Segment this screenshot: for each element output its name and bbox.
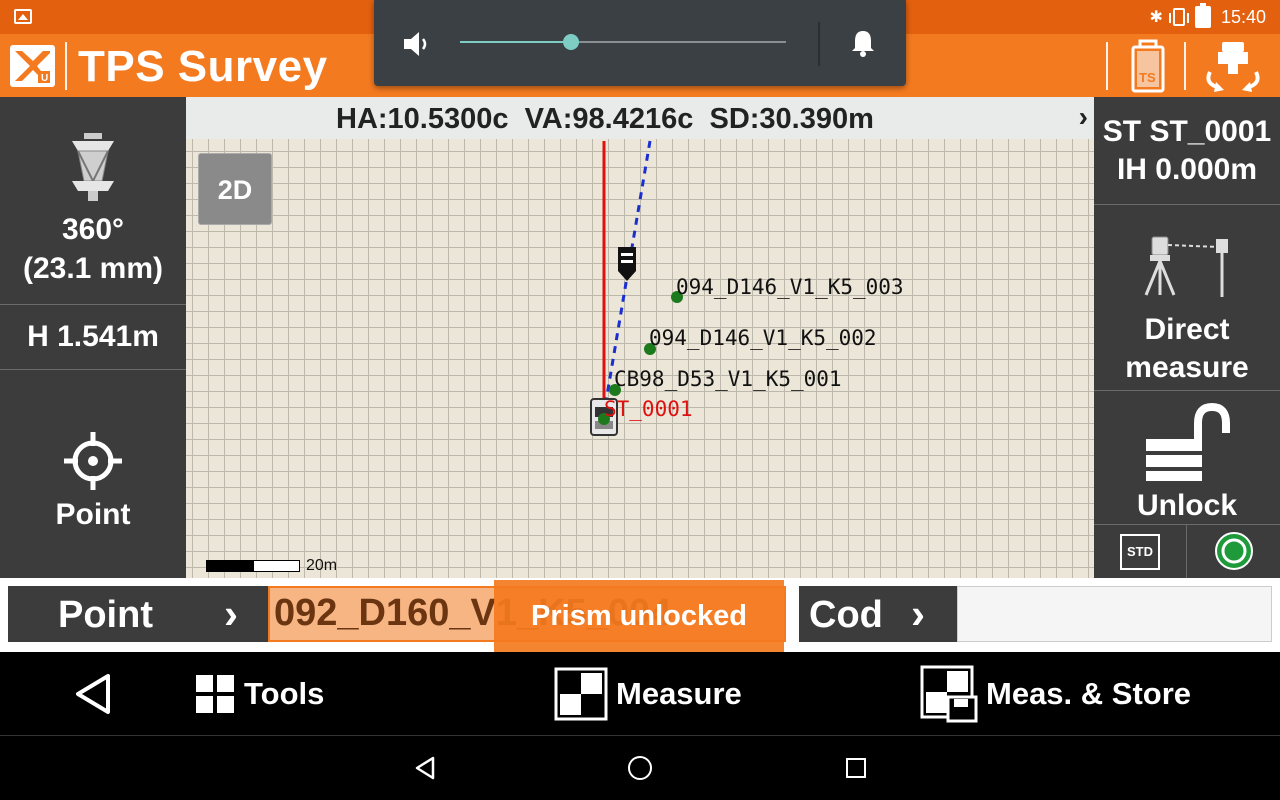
measure-store-icon [920, 665, 978, 723]
tools-label: Tools [244, 676, 325, 711]
app-title: TPS Survey [78, 42, 328, 91]
point-mode-button[interactable]: Point [0, 370, 186, 578]
station-info[interactable]: ST ST_0001 IH 0.000m [1094, 97, 1280, 205]
instrument-height: IH 0.000m [1116, 153, 1258, 186]
map-view[interactable]: HA:10.5300c VA:98.4216c SD:30.390m › 2D … [186, 97, 1094, 578]
scale-label: 20m [306, 557, 338, 574]
measure-and-store-button[interactable]: Meas. & Store [920, 665, 1192, 723]
volume-fill [460, 41, 571, 43]
std-mode-button[interactable]: STD [1120, 534, 1160, 570]
left-panel: 360° (23.1 mm) H 1.541m Point [0, 97, 186, 578]
right-panel-footer: STD [1094, 525, 1280, 578]
back-icon[interactable] [72, 672, 114, 716]
toast-message: Prism unlocked [494, 580, 784, 652]
unlock-button[interactable]: Unlock [1094, 391, 1280, 525]
direct-measure-label-2: measure [1125, 351, 1249, 384]
system-nav-bar [0, 736, 1280, 800]
readout-text: HA:10.5300c VA:98.4216c SD:30.390m [336, 103, 874, 135]
nav-back-icon[interactable] [414, 756, 436, 780]
app-logo-icon[interactable]: U [10, 45, 55, 87]
ts-battery-icon[interactable]: TS [1127, 38, 1169, 94]
battery-icon [1194, 3, 1211, 28]
action-bar: Tools Measure Meas. & Store [0, 652, 1280, 736]
divider [1184, 42, 1186, 90]
prism-type: 360° [61, 213, 125, 246]
target-height[interactable]: H 1.541m [0, 305, 186, 370]
bluetooth-icon: ✱ [1149, 9, 1163, 26]
measure-label: Measure [616, 676, 742, 711]
prism-constant: (23.1 mm) [22, 252, 164, 285]
screen: ✱ 15:40 U TPS Survey TS 360° (23.1 mm) H… [0, 0, 1280, 800]
code-button-label: Cod [809, 594, 883, 636]
point-label: 094_D146_V1_K5_002 [649, 326, 877, 350]
status-icons: ✱ 15:40 [1150, 0, 1266, 34]
speaker-icon[interactable] [402, 30, 434, 58]
point-label: CB98_D53_V1_K5_001 [614, 367, 842, 391]
direct-measure-label: Direct [1144, 313, 1230, 346]
measure-store-label: Meas. & Store [986, 676, 1192, 711]
right-panel: ST ST_0001 IH 0.000m Direct measure Unlo… [1094, 97, 1280, 578]
ts-label: TS [1139, 70, 1156, 85]
station-name: ST ST_0001 [1102, 115, 1272, 148]
image-icon [14, 9, 32, 24]
status-time: 15:40 [1220, 6, 1266, 27]
bell-icon[interactable] [848, 28, 878, 58]
unlock-label: Unlock [1136, 489, 1238, 522]
map-graphics [590, 140, 683, 436]
prism-360-icon [72, 133, 114, 201]
measurement-readout[interactable]: HA:10.5300c VA:98.4216c SD:30.390m › [186, 97, 1094, 139]
padlock-open-icon [1146, 403, 1230, 481]
chevron-right-icon: › [911, 590, 925, 637]
point-mode-label: Point [55, 498, 131, 531]
divider [1186, 525, 1187, 578]
point-label: 094_D146_V1_K5_003 [676, 275, 904, 299]
target-height-value: H 1.541m [27, 320, 159, 353]
volume-thumb[interactable] [563, 34, 579, 50]
code-select-button[interactable]: Cod › [799, 586, 957, 642]
point-button-label: Point [58, 594, 153, 636]
direct-measure-button[interactable]: Direct measure [1094, 205, 1280, 391]
direct-measure-icon [1144, 236, 1228, 297]
volume-slider[interactable] [460, 34, 786, 50]
station-label: ST_0001 [604, 397, 693, 421]
crosshair-icon [64, 432, 122, 490]
tools-button[interactable]: Tools [194, 666, 324, 722]
scale-bar [206, 560, 300, 572]
chevron-right-icon: › [224, 590, 238, 637]
prism-selector[interactable]: 360° (23.1 mm) [0, 97, 186, 305]
prism-target-icon [618, 247, 636, 281]
target-lock-icon[interactable] [1214, 531, 1254, 571]
vibrate-icon [1168, 8, 1189, 26]
rotate-instrument-icon[interactable] [1198, 38, 1268, 94]
measure-button[interactable]: Measure [554, 666, 742, 722]
point-select-button[interactable]: Point › [8, 586, 268, 642]
divider [1106, 42, 1108, 90]
code-input[interactable] [957, 586, 1272, 642]
divider [65, 42, 67, 90]
chevron-right-icon[interactable]: › [1079, 101, 1088, 133]
divider [818, 22, 820, 66]
nav-home-icon[interactable] [628, 756, 652, 780]
volume-panel [374, 0, 906, 86]
view-mode-button[interactable]: 2D [198, 153, 272, 225]
grid-icon [196, 675, 234, 713]
measure-icon [554, 667, 608, 721]
nav-recents-icon[interactable] [846, 758, 866, 778]
svg-text:U: U [41, 73, 48, 84]
